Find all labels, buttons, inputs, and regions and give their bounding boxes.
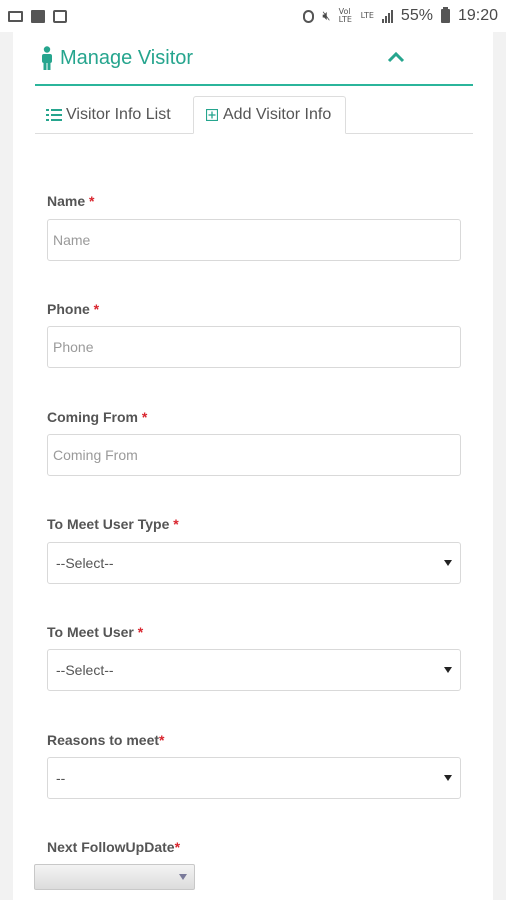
tab-bar: Visitor Info List Add Visitor Info bbox=[35, 96, 473, 134]
signal-icon bbox=[381, 9, 393, 23]
header-title-text: Manage Visitor bbox=[60, 46, 194, 69]
gallery-icon bbox=[31, 9, 45, 23]
select-value: -- bbox=[56, 770, 66, 786]
coming-from-label: Coming From * bbox=[47, 409, 147, 425]
page-card: Manage Visitor Visitor Info List Add Vis… bbox=[13, 32, 493, 900]
reasons-to-meet-label: Reasons to meet* bbox=[47, 732, 165, 748]
dropdown-caret-icon bbox=[444, 775, 452, 781]
vol-lte-label: Vol LTE bbox=[338, 7, 352, 24]
select-value: --Select-- bbox=[56, 662, 114, 678]
name-label-text: Name bbox=[47, 193, 86, 209]
to-meet-user-label-text: To Meet User bbox=[47, 624, 134, 640]
status-bar-left bbox=[8, 9, 67, 23]
name-label: Name * bbox=[47, 193, 94, 209]
plus-square-icon bbox=[206, 109, 218, 121]
clock-time: 19:20 bbox=[457, 7, 498, 24]
panel-header[interactable]: Manage Visitor bbox=[35, 32, 473, 86]
phone-input[interactable] bbox=[47, 326, 461, 368]
battery-icon bbox=[440, 7, 450, 23]
lte-label: LTE bbox=[360, 11, 374, 20]
required-marker: * bbox=[141, 409, 148, 425]
to-meet-user-select[interactable]: --Select-- bbox=[47, 649, 461, 691]
tab-label: Add Visitor Info bbox=[223, 106, 332, 123]
dropdown-caret-icon bbox=[444, 560, 452, 566]
dropdown-caret-icon bbox=[444, 667, 452, 673]
select-value: --Select-- bbox=[56, 555, 114, 571]
to-meet-user-type-label: To Meet User Type * bbox=[47, 516, 179, 532]
required-marker: * bbox=[174, 839, 181, 855]
required-marker: * bbox=[93, 301, 100, 317]
list-icon bbox=[46, 108, 62, 121]
dropdown-caret-icon bbox=[179, 874, 187, 880]
next-followup-date-label: Next FollowUpDate* bbox=[47, 839, 180, 855]
status-bar: 🔇︎ Vol LTE LTE 55% 19:20 bbox=[0, 0, 506, 32]
coming-from-input[interactable] bbox=[47, 434, 461, 476]
name-input[interactable] bbox=[47, 219, 461, 261]
person-icon bbox=[42, 46, 52, 70]
screen-icon bbox=[8, 10, 23, 22]
to-meet-user-type-select[interactable]: --Select-- bbox=[47, 542, 461, 584]
tab-add-visitor-info[interactable]: Add Visitor Info bbox=[193, 96, 346, 134]
reasons-to-meet-select[interactable]: -- bbox=[47, 757, 461, 799]
alarm-icon bbox=[303, 9, 315, 23]
battery-percent: 55% bbox=[400, 7, 433, 24]
tab-visitor-info-list[interactable]: Visitor Info List bbox=[46, 96, 171, 133]
to-meet-user-type-label-text: To Meet User Type bbox=[47, 516, 170, 532]
reasons-to-meet-label-text: Reasons to meet bbox=[47, 732, 160, 748]
to-meet-user-label: To Meet User * bbox=[47, 624, 143, 640]
next-followup-date-select[interactable] bbox=[34, 864, 195, 890]
required-marker: * bbox=[89, 193, 95, 209]
header-title: Manage Visitor bbox=[40, 46, 193, 70]
coming-from-label-text: Coming From bbox=[47, 409, 138, 425]
message-icon bbox=[53, 9, 67, 23]
required-marker: * bbox=[159, 732, 165, 748]
required-marker: * bbox=[137, 624, 144, 640]
next-followup-date-label-text: Next FollowUpDate bbox=[47, 839, 175, 855]
phone-label: Phone * bbox=[47, 301, 99, 317]
tab-label: Visitor Info List bbox=[66, 105, 171, 123]
chevron-up-icon[interactable] bbox=[387, 50, 405, 64]
mute-icon: 🔇︎ bbox=[322, 8, 331, 23]
status-bar-right: 🔇︎ Vol LTE LTE 55% 19:20 bbox=[303, 7, 498, 25]
required-marker: * bbox=[173, 516, 179, 532]
phone-label-text: Phone bbox=[47, 301, 90, 317]
